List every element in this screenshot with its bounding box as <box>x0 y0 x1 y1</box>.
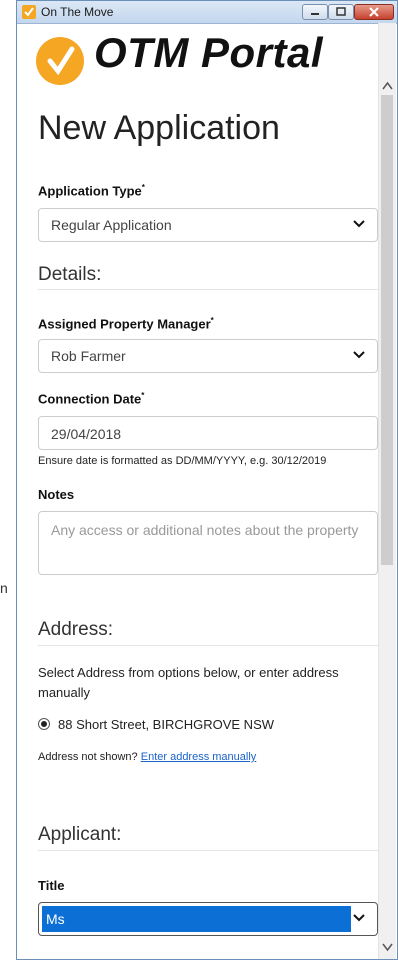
property-manager-label: Assigned Property Manager* <box>38 316 214 332</box>
notes-textarea[interactable]: Any access or additional notes about the… <box>38 511 378 575</box>
checkmark-app-icon <box>22 5 36 19</box>
logo-check-icon <box>36 37 84 85</box>
app-window: On The Move OTM Portal New Application A… <box>16 0 398 960</box>
close-button[interactable] <box>354 4 394 20</box>
applicant-heading: Applicant: <box>38 824 122 845</box>
connection-date-value: 29/04/2018 <box>51 426 122 442</box>
desktop-background-text: n <box>0 580 8 596</box>
scroll-thumb[interactable] <box>381 95 393 565</box>
address-radio[interactable] <box>38 718 50 730</box>
notes-placeholder: Any access or additional notes about the… <box>51 522 359 538</box>
logo-text: OTM Portal <box>94 29 324 76</box>
details-heading: Details: <box>38 264 102 285</box>
close-icon <box>369 7 379 17</box>
address-divider <box>38 645 378 646</box>
chevron-down-icon <box>353 914 365 922</box>
application-type-label: Application Type* <box>38 183 145 199</box>
title-selection-highlight <box>42 906 351 932</box>
applicant-divider <box>38 850 378 851</box>
property-manager-value: Rob Farmer <box>51 348 126 364</box>
title-bar[interactable]: On The Move <box>17 1 397 24</box>
notes-label: Notes <box>38 487 75 502</box>
scroll-up-icon[interactable] <box>379 23 396 91</box>
connection-date-label: Connection Date* <box>38 391 145 407</box>
connection-date-help: Ensure date is formatted as DD/MM/YYYY, … <box>38 455 327 467</box>
title-select[interactable]: Ms <box>38 902 378 936</box>
title-value: Ms <box>46 911 65 927</box>
connection-date-input[interactable]: 29/04/2018 <box>38 416 378 450</box>
chevron-down-icon <box>353 351 365 359</box>
vertical-scrollbar[interactable] <box>378 23 396 959</box>
enter-address-manually-link[interactable]: Enter address manually <box>141 751 257 763</box>
address-instruction: Select Address from options below, or en… <box>38 665 339 700</box>
chevron-down-icon <box>353 220 365 228</box>
details-divider <box>38 289 378 290</box>
page-content: OTM Portal New Application Application T… <box>18 23 379 959</box>
minimize-button[interactable] <box>302 4 328 20</box>
maximize-icon <box>336 7 346 16</box>
application-type-select[interactable]: Regular Application <box>38 208 378 242</box>
property-manager-select[interactable]: Rob Farmer <box>38 339 378 373</box>
maximize-button[interactable] <box>328 4 354 20</box>
minimize-icon <box>311 13 319 15</box>
window-title: On The Move <box>41 5 114 19</box>
page-title: New Application <box>38 109 280 147</box>
application-type-value: Regular Application <box>51 217 172 233</box>
address-heading: Address: <box>38 619 113 640</box>
scroll-down-icon[interactable] <box>379 939 396 959</box>
title-label: Title <box>38 878 65 893</box>
address-option-label: 88 Short Street, BIRCHGROVE NSW <box>58 717 275 732</box>
address-not-shown: Address not shown? Enter address manuall… <box>38 751 257 763</box>
